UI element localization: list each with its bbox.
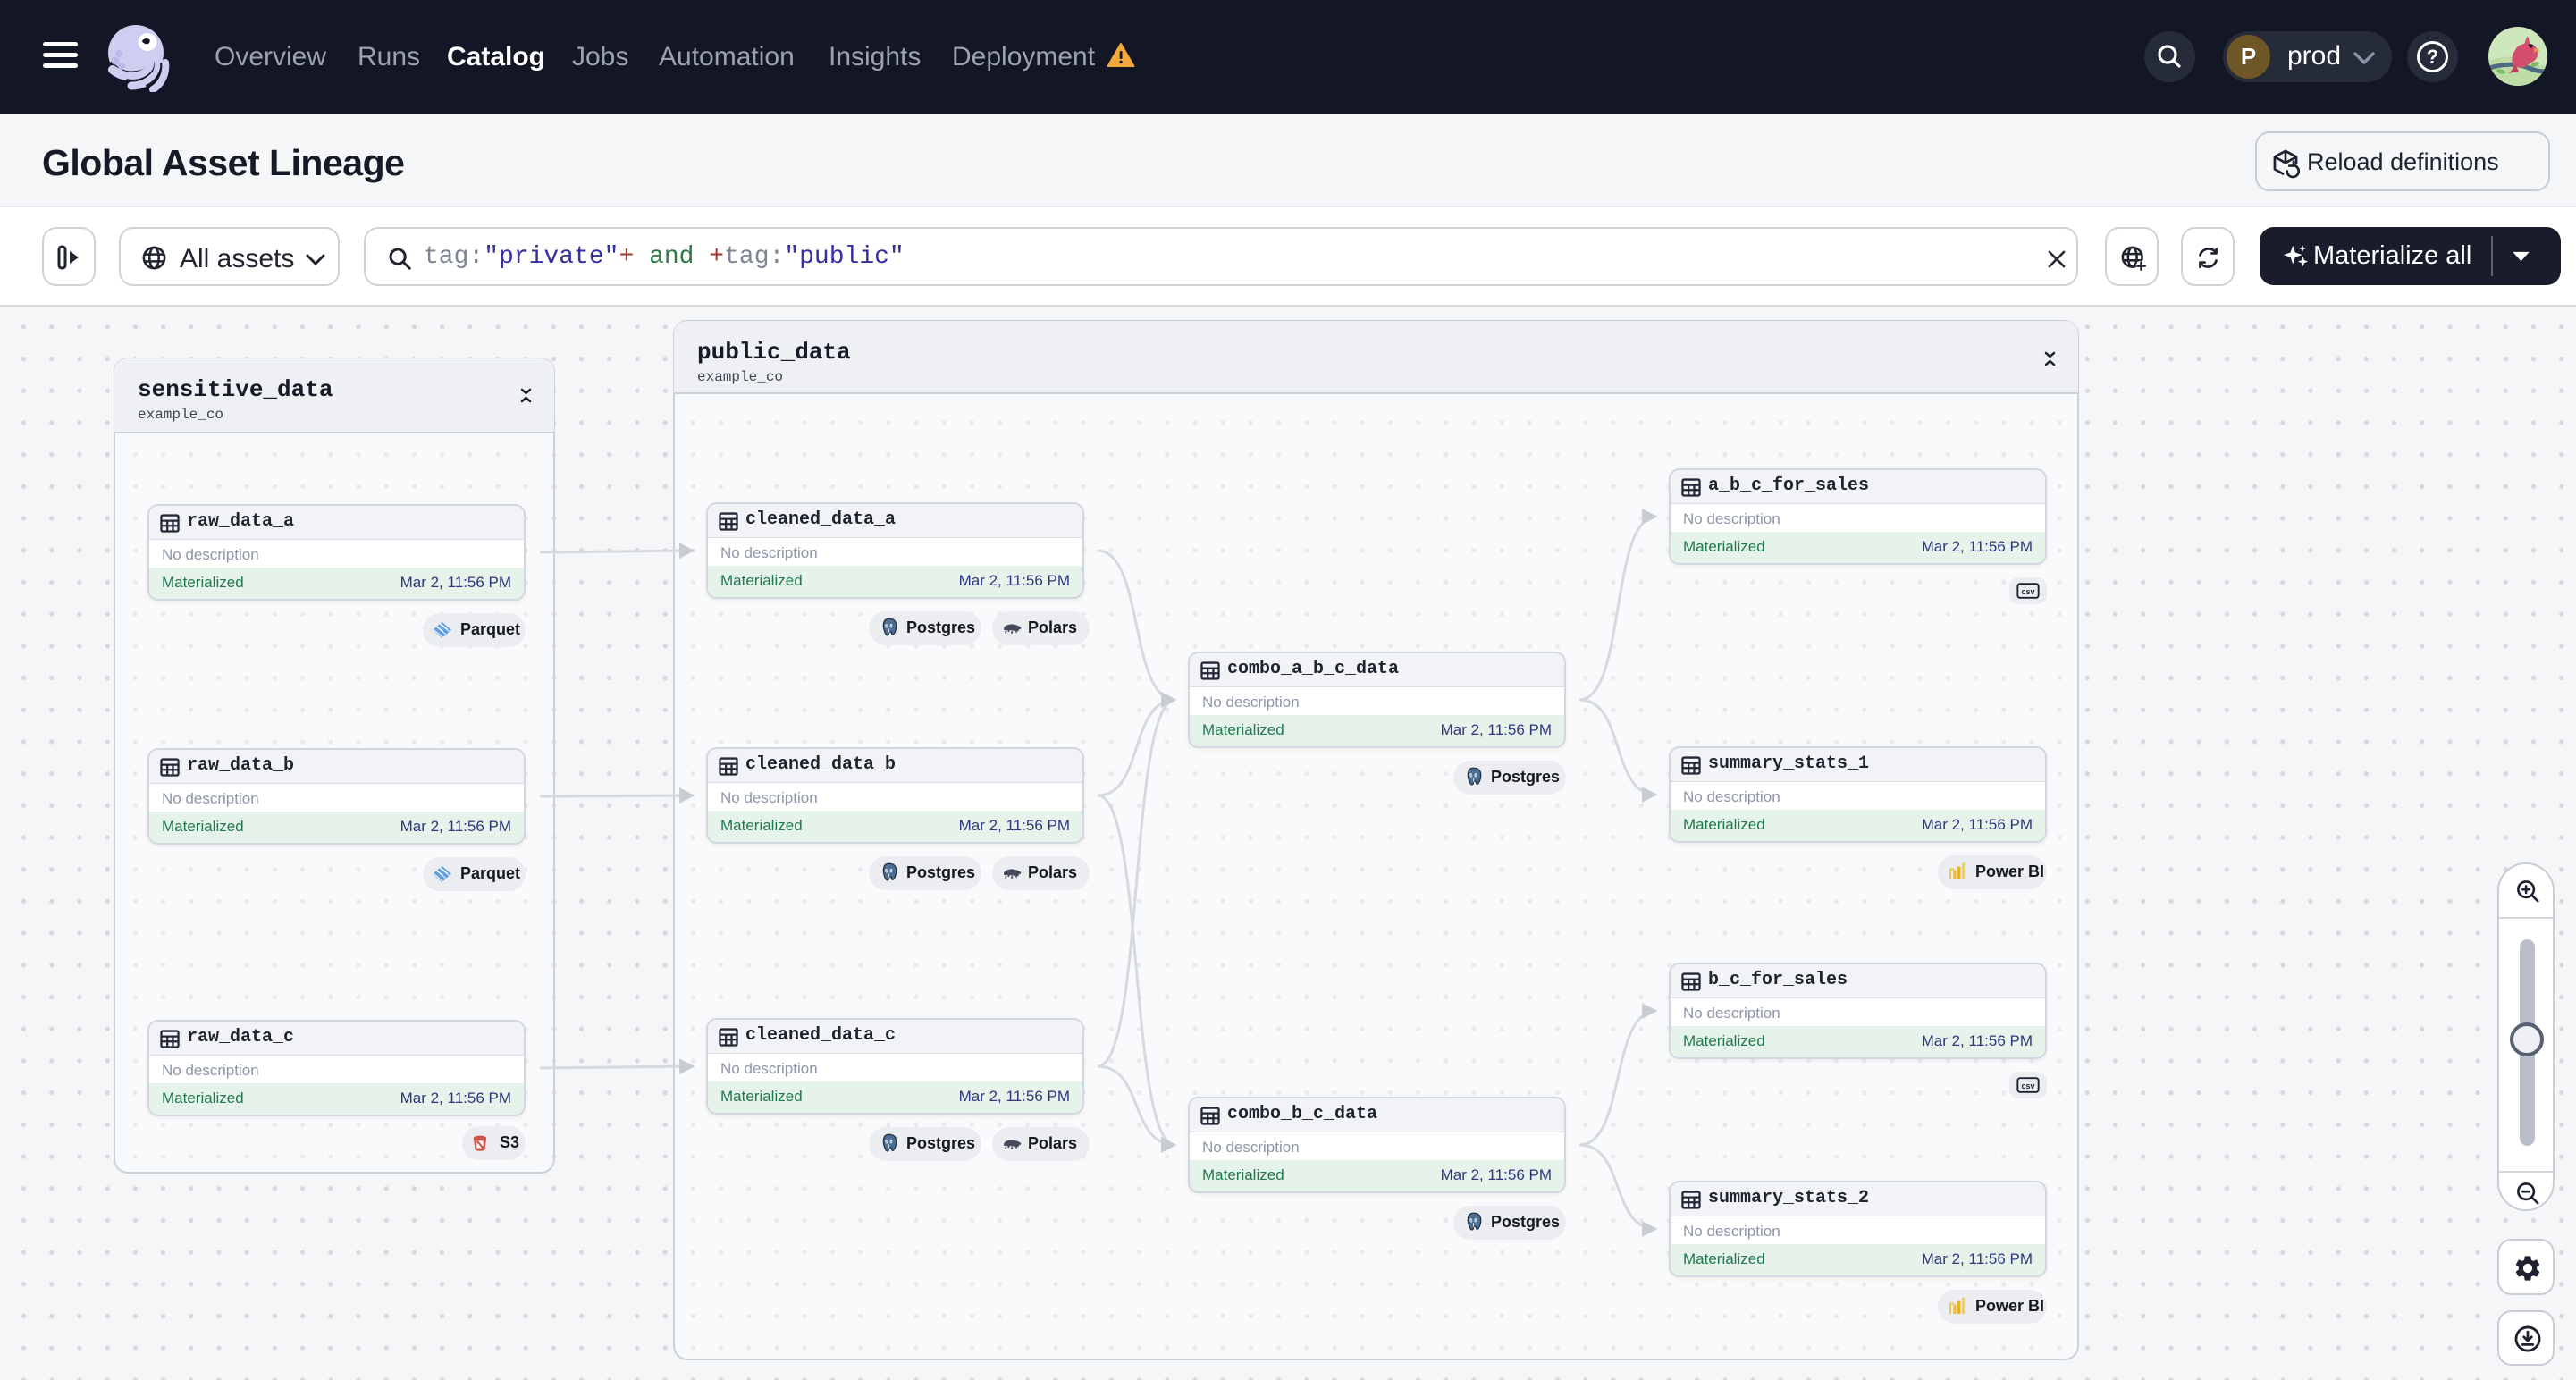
svg-text:csv: csv xyxy=(2021,587,2034,596)
svg-text:csv: csv xyxy=(2021,1081,2034,1090)
svg-text:?: ? xyxy=(2427,46,2438,68)
